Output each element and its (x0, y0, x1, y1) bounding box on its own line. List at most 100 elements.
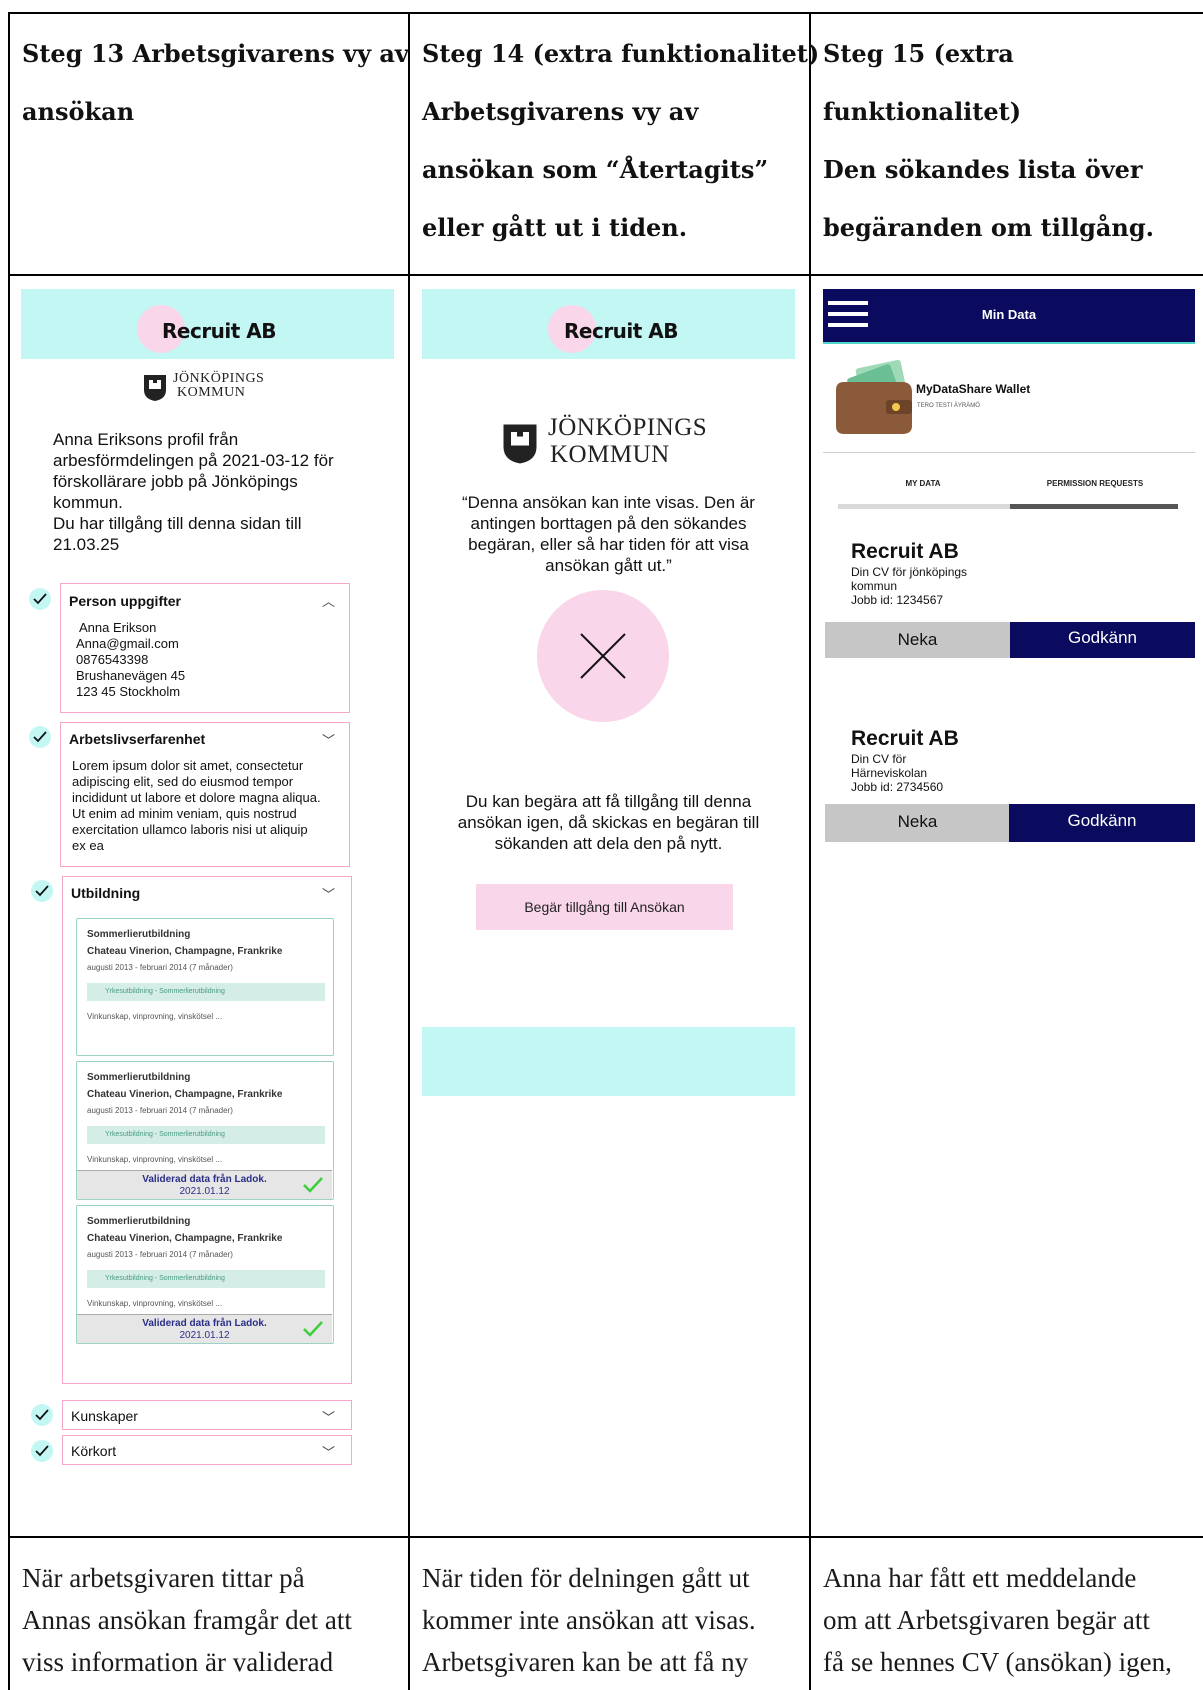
footer-col1-line: viss information är validerad (22, 1647, 334, 1677)
kommun-line2: KOMMUN (177, 385, 246, 400)
education-title: Sommerlierutbildning (87, 1072, 191, 1083)
footer-col3-line: Anna har fått ett meddelande (823, 1563, 1137, 1593)
footer-col1-line: Annas ansökan framgår det att (22, 1605, 352, 1635)
request-detail-line: Jobb id: 2734560 (851, 780, 944, 794)
check-icon (29, 726, 51, 748)
education-dates: augusti 2013 - februari 2014 (7 månader) (87, 1106, 233, 1115)
chevron-down-icon[interactable]: ﹀ (322, 1407, 335, 1426)
validated-banner: Validerad data från Ladok. 2021.01.12 (77, 1314, 332, 1343)
person-details: Anna Erikson Anna@gmail.com 0876543398 B… (76, 620, 185, 700)
wallet-icon (836, 360, 912, 434)
footer-col2-line: kommer inte ansökan att visas. (422, 1605, 756, 1635)
education-place: Chateau Vinerion, Champagne, Frankrike (87, 1089, 283, 1100)
person-street: Brushanevägen 45 (76, 668, 186, 683)
accordion-education[interactable]: Utbildning ﹀ Sommerlierutbildning Chatea… (62, 876, 352, 1384)
chevron-down-icon[interactable]: ﹀ (322, 730, 335, 749)
table-row-line-2 (8, 1536, 1203, 1538)
profile-intro: Anna Eriksons profil från arbesförmdelin… (53, 429, 334, 555)
chevron-up-icon[interactable]: ︿ (322, 591, 335, 610)
education-card[interactable]: Sommerlierutbildning Chateau Vinerion, C… (76, 918, 334, 1056)
tab-my-data[interactable]: MY DATA (838, 479, 1008, 488)
tab-permission-requests[interactable]: PERMISSION REQUESTS (1010, 479, 1180, 488)
check-icon (31, 1404, 53, 1426)
accordion-license[interactable]: Körkort ﹀ (62, 1435, 352, 1465)
table-divider-1 (408, 12, 410, 1690)
accordion-skills-title: Kunskaper (71, 1408, 138, 1424)
education-card[interactable]: Sommerlierutbildning Chateau Vinerion, C… (76, 1205, 334, 1344)
chevron-down-icon[interactable]: ﹀ (322, 884, 335, 903)
header-col2-line3: ansökan som “Återtagits” (422, 155, 769, 184)
tab-underline-inactive (838, 504, 1010, 509)
request-detail-line: Jobb id: 1234567 (851, 593, 944, 607)
education-dates: augusti 2013 - februari 2014 (7 månader) (87, 1250, 233, 1259)
recruit-logo: Recruit AB (564, 319, 679, 343)
header-col3: Steg 15 (extra funktionalitet) Den sökan… (823, 25, 1203, 257)
person-city: 123 45 Stockholm (76, 684, 181, 699)
education-card[interactable]: Sommerlierutbildning Chateau Vinerion, C… (76, 1061, 334, 1200)
check-icon (31, 1440, 53, 1462)
request-company: Recruit AB (851, 540, 959, 563)
education-skills: Vinkunskap, vinprovning, vinskötsel ... (87, 1155, 223, 1164)
experience-text: Lorem ipsum dolor sit amet, consectetur … (72, 758, 321, 854)
person-email: Anna@gmail.com (76, 636, 179, 651)
experience-line: incididunt ut labore et dolore magna ali… (72, 790, 321, 805)
education-skills: Vinkunskap, vinprovning, vinskötsel ... (87, 1012, 223, 1021)
request-info-line: sökanden att dela den på nytt. (494, 834, 723, 853)
education-title: Sommerlierutbildning (87, 929, 191, 940)
footer-col1-line: När arbetsgivaren tittar på (22, 1563, 305, 1593)
request-detail-line: kommun (851, 579, 898, 593)
footer-col2-line: Arbetsgivaren kan be att få ny (422, 1647, 749, 1677)
validated-check-icon (303, 1321, 323, 1337)
request-access-button[interactable]: Begär tillgång till Ansökan (476, 884, 733, 930)
deny-button[interactable]: Neka (825, 804, 1010, 842)
validated-date: 2021.01.12 (179, 1186, 230, 1197)
experience-line: Lorem ipsum dolor sit amet, consectetur (72, 758, 304, 773)
education-tag: Yrkesutbildning - Sommerlierutbildning (87, 983, 325, 1001)
validated-check-icon (303, 1177, 323, 1193)
approve-button[interactable]: Godkänn (1009, 804, 1195, 842)
divider (823, 452, 1195, 453)
kommun-line1: JÖNKÖPINGS (173, 371, 265, 386)
validated-date: 2021.01.12 (179, 1330, 230, 1341)
request-info-line: ansökan igen, då skickas en begäran till (457, 813, 760, 832)
accordion-experience[interactable]: Arbetslivserfarenhet ﹀ Lorem ipsum dolor… (60, 722, 350, 867)
education-place: Chateau Vinerion, Champagne, Frankrike (87, 1233, 283, 1244)
experience-line: adipiscing elit, sed do eiusmod tempor (72, 774, 294, 789)
validated-label: Validerad data från Ladok. (142, 1318, 267, 1329)
accordion-experience-title: Arbetslivserfarenhet (69, 731, 206, 747)
person-name: Anna Erikson (79, 620, 157, 635)
request-detail-line: Din CV för jönköpings (851, 565, 968, 579)
chevron-down-icon[interactable]: ﹀ (322, 1442, 335, 1461)
message-line: antingen borttagen på den sökandes (470, 514, 747, 533)
footer-col2: När tiden för delningen gått ut kommer i… (422, 1557, 756, 1683)
accordion-person[interactable]: Person uppgifter ︿ Anna Erikson Anna@gma… (60, 583, 350, 713)
deny-button[interactable]: Neka (825, 622, 1010, 658)
education-title: Sommerlierutbildning (87, 1216, 191, 1227)
accordion-skills[interactable]: Kunskaper ﹀ (62, 1400, 352, 1430)
table-divider-2 (809, 12, 811, 1690)
approve-button[interactable]: Godkänn (1010, 622, 1195, 658)
intro-line: arbesförmdelingen på 2021-03-12 för (53, 451, 334, 470)
footer-col3-line: få se hennes CV (ansökan) igen, (823, 1647, 1172, 1677)
intro-line: kommun. (53, 493, 123, 512)
tab-underline-active (1010, 504, 1178, 509)
experience-line: ex ea (72, 838, 104, 853)
request-details: Din CV för Härneviskolan Jobb id: 273456… (851, 752, 943, 794)
kommun-line2: KOMMUN (550, 441, 670, 468)
accordion-person-title: Person uppgifter (69, 593, 182, 609)
wallet-name: MyDataShare Wallet (916, 382, 1031, 396)
table-border-left (8, 12, 10, 1690)
header-col3-line3: begäranden om tillgång. (823, 213, 1154, 242)
experience-line: Ut enim ad minim veniam, quis nostrud (72, 806, 297, 821)
intro-line: Du har tillgång till denna sidan till (53, 514, 302, 533)
header-col3-line1: Steg 15 (extra funktionalitet) (823, 39, 1022, 126)
header-col1-line1: Steg 13 Arbetsgivarens vy av (22, 39, 409, 68)
footer-col1: När arbetsgivaren tittar på Annas ansöka… (22, 1557, 352, 1683)
intro-line: Anna Eriksons profil från (53, 430, 239, 449)
education-tag: Yrkesutbildning - Sommerlierutbildning (87, 1126, 325, 1144)
kommun-crest-icon (144, 375, 166, 401)
request-detail-line: Härneviskolan (851, 766, 928, 780)
accordion-education-title: Utbildning (71, 885, 141, 901)
experience-line: exercitation ullamco laboris nisi ut ali… (72, 822, 308, 837)
kommun-name: JÖNKÖPINGS KOMMUN (548, 414, 707, 468)
